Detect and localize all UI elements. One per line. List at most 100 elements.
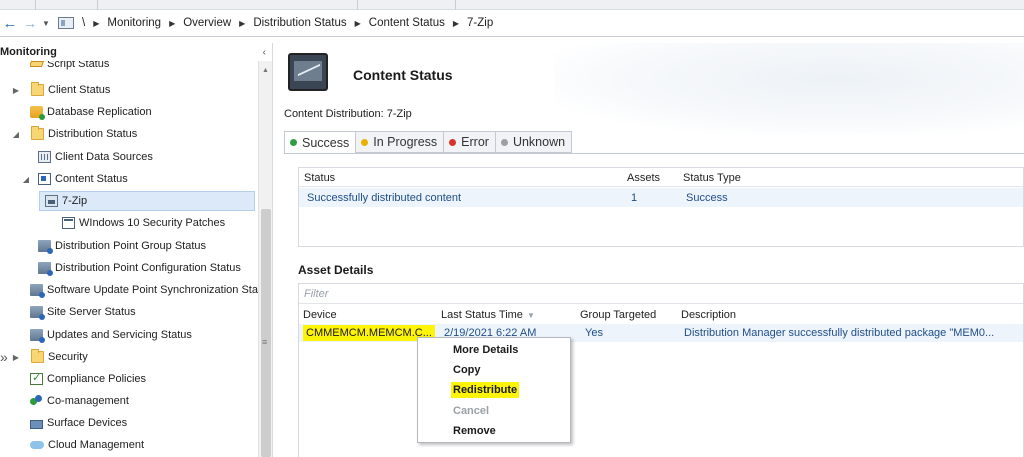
cell-description: Distribution Manager successfully distri… bbox=[684, 327, 995, 339]
menu-item-redistribute[interactable]: Redistribute bbox=[451, 382, 520, 398]
tree-item-label: Security bbox=[48, 351, 88, 363]
tree-item-7zip[interactable]: 7-Zip bbox=[39, 191, 255, 211]
scroll-up-icon[interactable]: ▲ bbox=[262, 67, 269, 74]
success-dot-icon bbox=[290, 139, 297, 146]
menu-item-copy[interactable]: Copy bbox=[453, 364, 481, 376]
breadcrumb-chevron-icon[interactable]: ▶ bbox=[169, 19, 175, 28]
tab-stub bbox=[0, 0, 36, 10]
content-distribution-label: Content Distribution: 7-Zip bbox=[284, 108, 412, 120]
menu-item-remove[interactable]: Remove bbox=[453, 425, 496, 437]
column-header-group-targeted[interactable]: Group Targeted bbox=[580, 309, 656, 321]
unknown-dot-icon bbox=[500, 138, 508, 146]
tree-item-label: Database Replication bbox=[47, 106, 152, 118]
document-icon bbox=[38, 173, 51, 185]
script-icon bbox=[30, 61, 45, 67]
tab-error[interactable]: Error bbox=[444, 131, 496, 153]
tree-item-dp-group-status[interactable]: Distribution Point Group Status bbox=[38, 236, 206, 256]
tree-item-windows-10-security-patches[interactable]: WIndows 10 Security Patches bbox=[62, 213, 225, 233]
breadcrumb-content-status[interactable]: Content Status bbox=[369, 17, 445, 29]
column-header-assets[interactable]: Assets bbox=[627, 172, 660, 184]
tree-item-site-server-status[interactable]: Site Server Status bbox=[30, 302, 136, 322]
server-icon bbox=[30, 329, 45, 343]
tree-item-client-data-sources[interactable]: Client Data Sources bbox=[38, 147, 153, 167]
navigation-pane-header: Monitoring ‹ bbox=[0, 43, 272, 61]
forward-arrow-icon[interactable]: → bbox=[20, 13, 40, 33]
tree-item-dp-configuration-status[interactable]: Distribution Point Configuration Status bbox=[38, 258, 241, 278]
tab-label: Unknown bbox=[512, 135, 566, 149]
collapse-caret-icon[interactable]: ◢ bbox=[10, 130, 22, 139]
navigation-pane: Monitoring ‹ Script Status ▶ Client Stat… bbox=[0, 43, 273, 457]
table-row[interactable]: CMMEMCM.MEMCM.C... 2/19/2021 6:22 AM Yes… bbox=[299, 324, 1023, 342]
column-header-status[interactable]: Status bbox=[304, 172, 335, 184]
tab-success[interactable]: Success bbox=[284, 131, 357, 154]
expand-pane-icon[interactable]: » bbox=[0, 349, 8, 365]
tab-label: In Progress bbox=[373, 135, 438, 149]
breadcrumb-monitoring[interactable]: Monitoring bbox=[107, 17, 161, 29]
tree-item-security[interactable]: ▶ Security bbox=[10, 347, 88, 367]
tree-item-database-replication[interactable]: Database Replication bbox=[30, 102, 152, 122]
navigation-scrollbar[interactable]: ▲ ≡ bbox=[258, 61, 272, 457]
tree-item-label: Distribution Point Configuration Status bbox=[55, 262, 241, 274]
history-dropdown-icon[interactable]: ▼ bbox=[40, 19, 52, 28]
collapse-pane-icon[interactable]: ‹ bbox=[263, 47, 266, 58]
asset-details-table: Filter Device Last Status Time ▼ Group Ta… bbox=[298, 283, 1024, 457]
scrollbar-thumb[interactable] bbox=[261, 209, 271, 457]
sort-arrow-icon: ▼ bbox=[526, 311, 535, 320]
tree-item-label: Client Data Sources bbox=[55, 151, 153, 163]
tree-item-label: Updates and Servicing Status bbox=[47, 329, 192, 341]
tree-item-label: Script Status bbox=[47, 61, 110, 70]
address-bar: ← → ▼ \ ▶ Monitoring ▶ Overview ▶ Distribut… bbox=[0, 10, 1024, 37]
column-header-device[interactable]: Device bbox=[303, 309, 337, 321]
tab-in-progress[interactable]: In Progress bbox=[356, 131, 445, 153]
tree-item-distribution-status[interactable]: ◢ Distribution Status bbox=[10, 124, 137, 144]
breadcrumb-chevron-icon[interactable]: ▶ bbox=[355, 19, 361, 28]
tab-unknown[interactable]: Unknown bbox=[495, 131, 573, 153]
breadcrumb-chevron-icon[interactable]: ▶ bbox=[453, 19, 459, 28]
tree-item-client-status[interactable]: ▶ Client Status bbox=[10, 80, 110, 100]
filter-input[interactable]: Filter bbox=[299, 284, 1023, 304]
splitter-grip-icon[interactable]: ≡ bbox=[262, 337, 267, 347]
cloud-icon bbox=[30, 441, 44, 449]
cell-device: CMMEMCM.MEMCM.C... bbox=[303, 325, 435, 341]
expand-caret-icon[interactable]: ▶ bbox=[10, 86, 22, 95]
folder-icon bbox=[31, 82, 44, 96]
expand-caret-icon[interactable]: ▶ bbox=[10, 353, 22, 362]
menu-item-more-details[interactable]: More Details bbox=[453, 344, 518, 356]
breadcrumb-overview[interactable]: Overview bbox=[183, 17, 231, 29]
breadcrumb: \ ▶ Monitoring ▶ Overview ▶ Distribution St… bbox=[58, 13, 493, 33]
column-header-last-status-time[interactable]: Last Status Time ▼ bbox=[441, 309, 535, 321]
back-arrow-icon[interactable]: ← bbox=[0, 13, 20, 33]
tree-item-cloud-management[interactable]: Cloud Management bbox=[30, 435, 144, 455]
breadcrumb-chevron-icon[interactable]: ▶ bbox=[239, 19, 245, 28]
breadcrumb-distribution-status[interactable]: Distribution Status bbox=[253, 17, 346, 29]
table-row[interactable]: Successfully distributed content 1 Succe… bbox=[299, 188, 1023, 207]
tree-item-script-status[interactable]: Script Status bbox=[30, 61, 109, 71]
tree-item-label: Compliance Policies bbox=[47, 373, 147, 385]
tree-item-surface-devices[interactable]: Surface Devices bbox=[30, 413, 127, 433]
tree-item-content-status[interactable]: ◢ Content Status bbox=[20, 169, 128, 189]
breadcrumb-7zip[interactable]: 7-Zip bbox=[467, 17, 493, 29]
tree-item-label: Client Status bbox=[48, 84, 111, 96]
tab-divider bbox=[284, 153, 1024, 154]
in-progress-dot-icon bbox=[361, 138, 369, 146]
tab-stub bbox=[358, 0, 456, 10]
context-menu: More Details Copy Redistribute Cancel Re… bbox=[417, 337, 571, 443]
collapse-caret-icon[interactable]: ◢ bbox=[20, 175, 32, 184]
breadcrumb-chevron-icon[interactable]: ▶ bbox=[93, 19, 99, 28]
tree-item-updates-servicing-status[interactable]: Updates and Servicing Status bbox=[30, 325, 192, 345]
status-summary-table: Status Assets Status Type Successfully d… bbox=[298, 167, 1024, 247]
tree-item-sup-synchronization-status[interactable]: Software Update Point Synchronization St… bbox=[30, 280, 258, 300]
column-header-status-type[interactable]: Status Type bbox=[683, 172, 741, 184]
tree-item-compliance-policies[interactable]: Compliance Policies bbox=[30, 369, 146, 389]
tree-item-label: Cloud Management bbox=[48, 439, 145, 451]
tree-item-label: 7-Zip bbox=[62, 195, 88, 207]
breadcrumb-root[interactable]: \ bbox=[82, 17, 85, 29]
column-header-description[interactable]: Description bbox=[681, 309, 736, 321]
database-icon bbox=[30, 106, 45, 120]
column-header-label: Last Status Time bbox=[441, 309, 523, 321]
tree-item-label: Software Update Point Synchronization St… bbox=[47, 284, 258, 296]
tree-item-co-management[interactable]: Co-management bbox=[30, 391, 129, 411]
cell-assets: 1 bbox=[631, 192, 638, 204]
server-icon bbox=[30, 284, 45, 298]
server-icon bbox=[30, 306, 45, 320]
